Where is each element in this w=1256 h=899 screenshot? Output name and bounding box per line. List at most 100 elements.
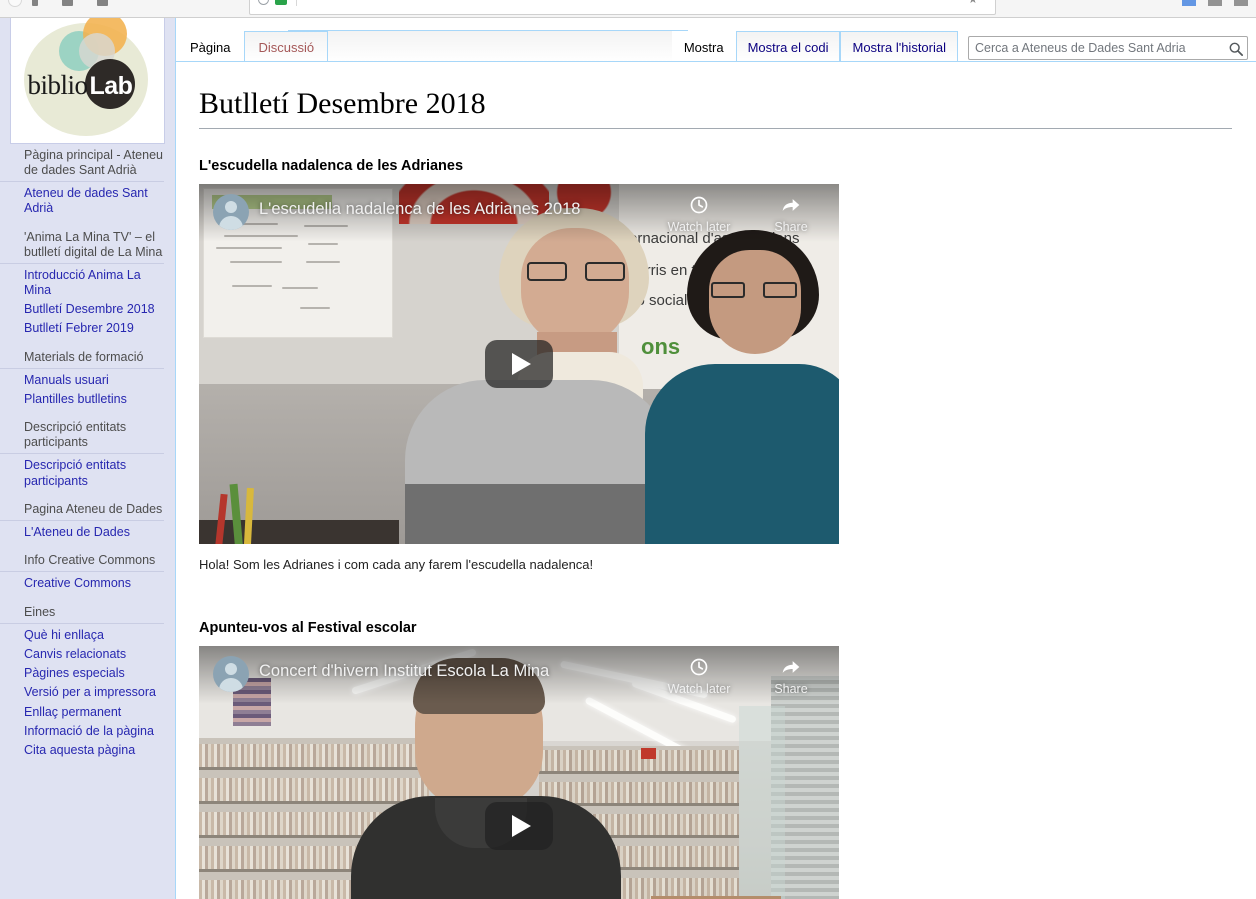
sidebar-portal-main: Pàgina principal - Ateneu de dades Sant … <box>0 148 175 219</box>
play-icon[interactable] <box>485 340 553 388</box>
poster-line <box>306 261 340 263</box>
sidebar-portal-eines: Eines Què hi enllaça Canvis relacionats … <box>0 605 175 761</box>
section-heading-escudella: L'escudella nadalenca de les Adrianes <box>199 158 464 174</box>
tab-pagina[interactable]: Pàgina <box>176 31 245 62</box>
sidebar-item-creative-commons[interactable]: Creative Commons <box>0 574 175 593</box>
scene-person1-glasses <box>527 262 625 281</box>
sidebar-navigation: Pàgina principal - Ateneu de dades Sant … <box>0 148 175 772</box>
sidebar-item-enllac-permanent[interactable]: Enllaç permanent <box>0 703 175 722</box>
sidebar-heading-creative-commons: Info Creative Commons <box>0 553 164 573</box>
poster-line <box>216 247 282 249</box>
sidebar-item-pagines-especials[interactable]: Pàgines especials <box>0 664 175 683</box>
video-player-concert[interactable]: Concert d'hivern Institut Escola La Mina… <box>199 646 839 899</box>
share-arrow-icon <box>780 194 802 216</box>
scene-glass-panel-right <box>739 706 785 899</box>
video-title-escudella[interactable]: L'escudella nadalenca de les Adrianes 20… <box>259 198 580 220</box>
sidebar-item-butlleti-desembre[interactable]: Butlletí Desembre 2018 <box>0 300 175 319</box>
scene-person1-sweater-dark <box>405 484 671 544</box>
video-player-escudella[interactable]: ernacional d'associacions barris en tran… <box>199 184 839 544</box>
channel-avatar-icon[interactable] <box>213 194 249 230</box>
tab-bottom-border <box>176 61 1256 62</box>
extension-icon[interactable] <box>1208 0 1222 6</box>
scene-exit-sign <box>641 748 656 759</box>
sidebar-item-versio-impressora[interactable]: Versió per a impressora <box>0 683 175 702</box>
clock-icon <box>689 194 709 216</box>
scene-person2-glasses <box>711 282 797 298</box>
sidebar-heading-pagina-ateneu: Pagina Ateneu de Dades <box>0 502 164 521</box>
watch-later-button[interactable]: Watch later <box>667 194 731 234</box>
sidebar-item-que-hi-enllaca[interactable]: Què hi enllaça <box>0 626 175 645</box>
tab-discussio[interactable]: Discussió <box>244 31 329 62</box>
menu-icon[interactable] <box>1234 0 1248 6</box>
sidebar-item-informacio-pagina[interactable]: Informació de la pàgina <box>0 722 175 741</box>
poster-line <box>308 243 338 245</box>
sidebar-heading-entitats: Descripció entitats participants <box>0 420 164 455</box>
sidebar-portal-entitats: Descripció entitats participants Descrip… <box>0 420 175 491</box>
sidebar-item-ateneu-dades[interactable]: Ateneu de dades Sant Adrià <box>0 184 175 219</box>
share-arrow-icon <box>780 656 802 678</box>
star-icon[interactable]: ★ <box>968 0 978 6</box>
watch-later-label: Watch later <box>667 220 731 234</box>
page-tab-bar: Pàgina Discussió Mostra Mostra el codi M… <box>176 18 1256 66</box>
channel-avatar-icon[interactable] <box>213 656 249 692</box>
search-input[interactable] <box>968 36 1248 60</box>
sidebar-item-descripcio-entitats[interactable]: Descripció entitats participants <box>0 456 175 491</box>
sidebar-portal-materials: Materials de formació Manuals usuari Pla… <box>0 350 175 410</box>
play-icon[interactable] <box>485 802 553 850</box>
sidebar-item-manuals-usuari[interactable]: Manuals usuari <box>0 371 175 390</box>
video-actions-concert: Watch later Share <box>667 656 823 696</box>
sidebar-heading-materials: Materials de formació <box>0 350 164 369</box>
namespace-tabs: Pàgina Discussió <box>176 30 329 62</box>
sidebar-item-introduccio[interactable]: Introducció Anima La Mina <box>0 266 175 301</box>
logo-word-lab: Lab <box>89 72 133 100</box>
tab-mostra-historial[interactable]: Mostra l'historial <box>840 31 958 62</box>
sidebar-heading-anima-la-mina: 'Anima La Mina TV' – el butlletí digital… <box>0 230 164 264</box>
home-icon[interactable] <box>97 0 108 6</box>
sidebar-heading-main: Pàgina principal - Ateneu de dades Sant … <box>0 148 164 182</box>
sidebar-item-butlleti-febrer[interactable]: Butlletí Febrer 2019 <box>0 319 175 338</box>
tab-mostra[interactable]: Mostra <box>671 31 736 62</box>
sidebar-item-plantilles-butlletins[interactable]: Plantilles butlletins <box>0 390 175 409</box>
scene-person2-face <box>709 250 801 354</box>
site-logo[interactable]: biblio Lab <box>10 18 165 144</box>
sidebar-item-cita-aquesta-pagina[interactable]: Cita aquesta pàgina <box>0 741 175 760</box>
share-button[interactable]: Share <box>759 194 823 234</box>
sidebar: biblio Lab Pàgina principal - Ateneu de … <box>0 18 176 899</box>
sidebar-item-canvis-relacionats[interactable]: Canvis relacionats <box>0 645 175 664</box>
sidebar-item-lateneu-de-dades[interactable]: L'Ateneu de Dades <box>0 523 175 542</box>
caption-escudella: Hola! Som les Adrianes i com cada any fa… <box>199 557 594 572</box>
poster-line <box>282 287 318 289</box>
sidebar-portal-creative-commons: Info Creative Commons Creative Commons <box>0 553 175 593</box>
share-label: Share <box>774 682 808 696</box>
share-button[interactable]: Share <box>759 656 823 696</box>
sidebar-heading-eines: Eines <box>0 605 164 624</box>
article-content: Butlletí Desembre 2018 L'escudella nadal… <box>177 66 1256 899</box>
scene-person1-face <box>521 228 629 346</box>
account-icon[interactable] <box>1182 0 1196 6</box>
poster-line <box>232 285 272 287</box>
video-title-concert[interactable]: Concert d'hivern Institut Escola La Mina <box>259 660 549 682</box>
video-actions-escudella: Watch later Share <box>667 194 823 234</box>
watch-later-label: Watch later <box>667 682 731 696</box>
banner-green-word: ons <box>641 334 681 359</box>
wiki-page: biblio Lab Pàgina principal - Ateneu de … <box>0 18 1256 899</box>
forward-arrow-icon[interactable] <box>32 0 38 6</box>
page-title: Butlletí Desembre 2018 <box>199 86 1232 129</box>
poster-line <box>300 307 330 309</box>
omnibox-divider <box>296 0 297 6</box>
share-label: Share <box>774 220 808 234</box>
sidebar-portal-anima-la-mina: 'Anima La Mina TV' – el butlletí digital… <box>0 230 175 339</box>
poster-line <box>304 225 348 227</box>
clock-icon <box>689 656 709 678</box>
scene-person2-top <box>645 364 839 544</box>
tab-mostra-el-codi[interactable]: Mostra el codi <box>735 31 841 62</box>
back-arrow-icon[interactable] <box>8 0 22 7</box>
search-icon[interactable] <box>1226 39 1245 58</box>
secure-badge-icon <box>275 0 287 5</box>
section-heading-festival: Apunteu-vos al Festival escolar <box>199 620 417 636</box>
address-bar-url <box>305 0 905 6</box>
browser-toolbar-right <box>1182 0 1248 6</box>
reload-icon[interactable] <box>62 0 73 6</box>
watch-later-button[interactable]: Watch later <box>667 656 731 696</box>
view-tabs: Mostra Mostra el codi Mostra l'historial <box>671 30 1248 62</box>
